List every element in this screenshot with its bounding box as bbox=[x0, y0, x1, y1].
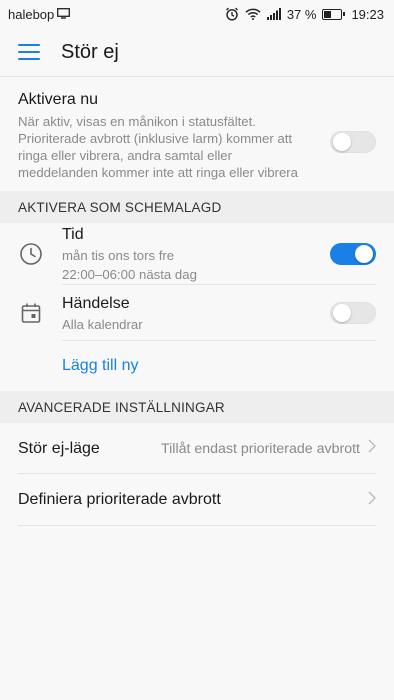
schedule-event-title: Händelse bbox=[62, 294, 130, 312]
schedule-time-days: mån tis ons tors fre bbox=[62, 248, 175, 263]
dnd-mode-label: Stör ej-läge bbox=[18, 439, 100, 457]
divider bbox=[18, 525, 376, 526]
dnd-mode-value: Tillåt endast prioriterade avbrott bbox=[161, 440, 360, 457]
section-header-advanced: AVANCERADE INSTÄLLNINGAR bbox=[0, 391, 394, 423]
signal-icon bbox=[266, 8, 281, 20]
dnd-mode-row[interactable]: Stör ej-läge Tillåt endast prioriterade … bbox=[0, 423, 394, 474]
status-bar-right: 37 % 19:23 bbox=[225, 7, 384, 22]
calendar-icon bbox=[18, 302, 44, 324]
status-bar-left: halebop bbox=[8, 6, 71, 22]
activate-now-description: När aktiv, visas en månikon i statusfält… bbox=[18, 114, 299, 180]
schedule-event-toggle[interactable] bbox=[330, 302, 376, 324]
app-bar: Stör ej bbox=[0, 28, 394, 77]
carrier-name: halebop bbox=[8, 6, 55, 22]
status-bar: halebop 37 % 19:23 bbox=[0, 0, 394, 28]
divider bbox=[62, 340, 376, 341]
schedule-event-subtitle: Alla kalendrar bbox=[62, 316, 143, 332]
schedule-time-row[interactable]: Tid mån tis ons tors fre 22:00–06:00 näs… bbox=[0, 223, 394, 285]
hamburger-menu-icon[interactable] bbox=[18, 44, 40, 60]
activate-now-title: Aktivera nu bbox=[18, 91, 99, 108]
screen-cast-icon bbox=[57, 7, 71, 22]
define-priority-row[interactable]: Definiera prioriterade avbrott bbox=[0, 474, 394, 526]
schedule-time-toggle[interactable] bbox=[330, 243, 376, 265]
chevron-right-icon bbox=[368, 490, 377, 510]
activate-now-row[interactable]: Aktivera nu När aktiv, visas en månikon … bbox=[0, 77, 394, 191]
chevron-right-icon bbox=[368, 439, 377, 458]
alarm-icon bbox=[225, 7, 239, 21]
clock-icon bbox=[18, 242, 44, 266]
add-new-rule-link[interactable]: Lägg till ny bbox=[0, 341, 394, 391]
clock-time: 19:23 bbox=[351, 6, 384, 22]
define-priority-label: Definiera prioriterade avbrott bbox=[18, 491, 221, 508]
activate-now-toggle[interactable] bbox=[330, 131, 376, 153]
schedule-event-row[interactable]: Händelse Alla kalendrar bbox=[0, 285, 394, 341]
wifi-icon bbox=[245, 8, 261, 20]
section-header-scheduled: AKTIVERA SOM SCHEMALAGD bbox=[0, 191, 394, 223]
schedule-time-hours: 22:00–06:00 nästa dag bbox=[62, 267, 197, 282]
page-title: Stör ej bbox=[61, 40, 119, 63]
battery-percent: 37 % bbox=[286, 6, 317, 22]
battery-icon bbox=[322, 8, 346, 20]
schedule-time-title: Tid bbox=[62, 226, 84, 243]
